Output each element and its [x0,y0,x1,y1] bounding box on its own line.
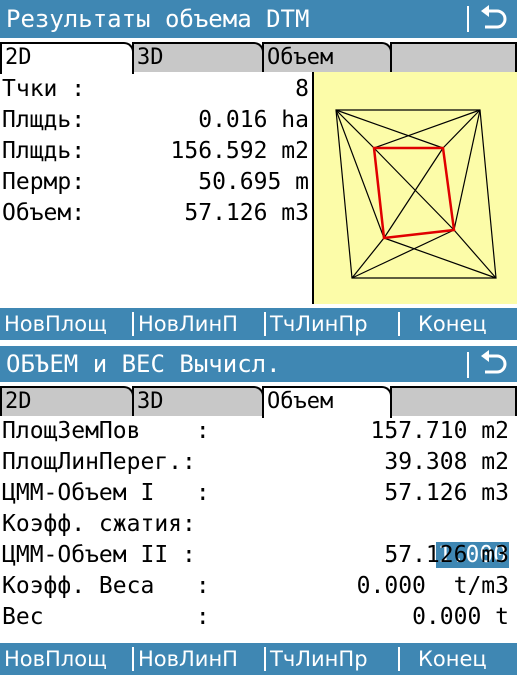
tab-3d[interactable]: 3D [132,42,264,72]
compaction-factor-field[interactable]: 1.000 [353,509,509,568]
volume-label: Объем: [2,200,86,226]
bottom-title: ОБЪЕМ и ВЕС Вычисл. [6,350,281,378]
compaction-factor-label: Коэфф. сжатия: [2,511,196,537]
area-ha-value: 0.016 ha [198,107,309,133]
top-footer: НовПлощ НовЛинП ТчЛинПр Конец [0,308,517,340]
surface-area-value: 157.710 m2 [370,418,509,444]
footer-separator [132,312,134,336]
top-panel: Результаты объема DTM 2D 3D Объем Тчки :… [0,0,517,340]
tab-2d[interactable]: 2D [0,386,134,416]
new-breakline-button[interactable]: НовЛинП [138,308,238,340]
area-ha-label: Плщдь: [2,107,86,133]
volume-value: 57.126 m3 [184,200,309,226]
tab-3d[interactable]: 3D [132,386,264,416]
end-button[interactable]: Конец [418,643,487,675]
new-area-button[interactable]: НовПлощ [4,308,107,340]
tab-bar-filler [390,386,517,416]
dtm-volume-1-label: ЦММ-Объем I : [2,480,210,506]
bottom-footer: НовПлощ НовЛинП ТчЛинПр Конец [0,643,517,675]
top-tabs: 2D 3D Объем [0,38,517,74]
weight-factor-value: 0.000 t/m3 [356,573,509,599]
new-area-button[interactable]: НовПлощ [4,643,107,675]
title-separator [467,352,469,378]
dtm-volume-1-value: 57.126 m3 [384,480,509,506]
area-m2-value: 156.592 m2 [170,138,309,164]
return-arrow-icon[interactable] [473,0,513,38]
bottom-tabs: 2D 3D Объем [0,382,517,418]
breakline-area-label: ПлощЛинПерег.: [2,449,196,475]
points-label: Тчки : [2,76,86,102]
weight-label: Вес : [2,604,210,630]
footer-separator [132,647,134,671]
return-arrow-icon[interactable] [473,346,513,384]
weight-value: 0.000 t [412,604,509,630]
footer-separator [398,312,400,336]
end-button[interactable]: Конец [418,308,487,340]
top-title: Результаты объема DTM [6,5,310,33]
breakline-area-value: 39.308 m2 [384,449,509,475]
tab-2d[interactable]: 2D [0,42,134,74]
top-titlebar: Результаты объема DTM [0,0,517,38]
footer-separator [264,647,266,671]
tab-volume[interactable]: Объем [262,42,392,72]
perimeter-label: Пермр: [2,169,86,195]
surface-area-label: ПлощЗемПов : [2,418,210,444]
dtm-volume-2-label: ЦММ-Объем II : [2,542,196,568]
tin-diagram-svg [335,109,497,279]
title-separator [467,6,469,32]
bottom-body: ПлощЗемПов : 157.710 m2 ПлощЛинПерег.: 3… [0,416,517,643]
top-body: Тчки : 8 Плщдь: 0.016 ha Плщдь: 156.592 … [0,72,517,308]
tin-diagram [312,72,517,304]
points-value: 8 [295,76,309,102]
weight-factor-label: Коэфф. Веса : [2,573,210,599]
breakline-points-button[interactable]: ТчЛинПр [270,643,368,675]
perimeter-value: 50.695 m [198,169,309,195]
footer-separator [264,312,266,336]
tab-volume[interactable]: Объем [262,386,392,418]
new-breakline-button[interactable]: НовЛинП [138,643,238,675]
breakline-points-button[interactable]: ТчЛинПр [270,308,368,340]
footer-separator [398,647,400,671]
bottom-panel: ОБЪЕМ и ВЕС Вычисл. 2D 3D Объем ПлощЗемП… [0,346,517,675]
dtm-volume-2-value: 57.126 m3 [384,542,509,568]
tin-outer-boundary [335,109,497,279]
tab-bar-filler [390,42,517,72]
bottom-titlebar: ОБЪЕМ и ВЕС Вычисл. [0,346,517,382]
area-m2-label: Плщдь: [2,138,86,164]
